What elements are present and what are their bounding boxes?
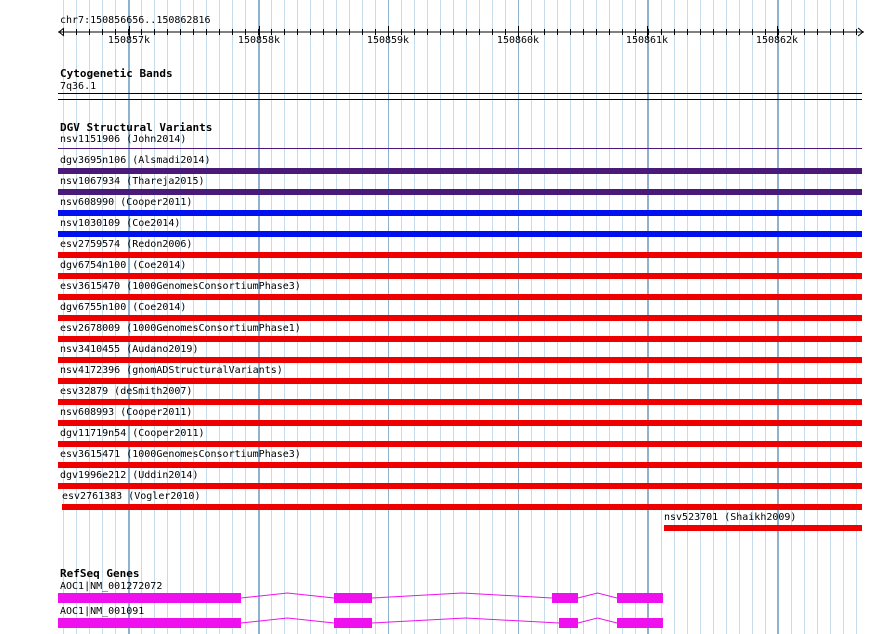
variant-bar[interactable] bbox=[58, 231, 862, 237]
variant-bar[interactable] bbox=[58, 168, 862, 174]
gene-label[interactable]: AOC1|NM_001091 bbox=[60, 606, 144, 617]
gene-exon bbox=[617, 618, 663, 628]
variant-label[interactable]: esv2759574 (Redon2006) bbox=[60, 239, 192, 250]
ruler-tick-label: 150857k bbox=[107, 35, 151, 46]
variant-bar[interactable] bbox=[58, 483, 862, 489]
variant-label[interactable]: nsv608993 (Cooper2011) bbox=[60, 407, 192, 418]
variant-bar[interactable] bbox=[58, 210, 862, 216]
gene-exon bbox=[552, 593, 578, 603]
variant-bar[interactable] bbox=[58, 399, 862, 405]
variant-label[interactable]: nsv1151906 (John2014) bbox=[60, 134, 186, 145]
gene-exon bbox=[334, 593, 372, 603]
variant-label[interactable]: nsv3410455 (Audano2019) bbox=[60, 344, 198, 355]
variant-label[interactable]: nsv608990 (Cooper2011) bbox=[60, 197, 192, 208]
variant-label[interactable]: dgv11719n54 (Cooper2011) bbox=[60, 428, 205, 439]
cytoband-track-title: Cytogenetic Bands bbox=[60, 67, 173, 80]
variant-bar[interactable] bbox=[58, 357, 862, 363]
variant-label[interactable]: nsv1067934 (Thareja2015) bbox=[60, 176, 205, 187]
refseq-track-title: RefSeq Genes bbox=[60, 567, 140, 580]
variant-bar[interactable] bbox=[58, 336, 862, 342]
gene-intron bbox=[240, 617, 335, 624]
variant-bar[interactable] bbox=[62, 504, 862, 510]
gene-intron bbox=[577, 617, 618, 624]
gene-label[interactable]: AOC1|NM_001272072 bbox=[60, 581, 162, 592]
ruler-tick-label: 150861k bbox=[625, 35, 669, 46]
variant-bar[interactable] bbox=[58, 189, 862, 195]
variant-bar[interactable] bbox=[58, 420, 862, 426]
ruler-tick-label: 150862k bbox=[755, 35, 799, 46]
variant-label[interactable]: nsv523701 (Shaikh2009) bbox=[664, 512, 796, 523]
variant-bar[interactable] bbox=[58, 462, 862, 468]
gene-intron bbox=[371, 592, 553, 599]
gene-intron bbox=[577, 592, 618, 599]
gene-exon bbox=[559, 618, 578, 628]
cytoband-label[interactable]: 7q36.1 bbox=[60, 81, 96, 92]
cytoband-line-bottom bbox=[58, 99, 862, 100]
variant-label[interactable]: nsv1030109 (Coe2014) bbox=[60, 218, 180, 229]
variant-label[interactable]: esv32879 (deSmith2007) bbox=[60, 386, 192, 397]
gene-exon bbox=[58, 618, 241, 628]
variant-bar[interactable] bbox=[58, 441, 862, 447]
variant-label[interactable]: esv2678009 (1000GenomesConsortiumPhase1) bbox=[60, 323, 301, 334]
cytoband-line-top bbox=[58, 93, 862, 94]
variant-bar[interactable] bbox=[58, 294, 862, 300]
variant-label[interactable]: nsv4172396 (gnomADStructuralVariants) bbox=[60, 365, 283, 376]
variant-label[interactable]: esv3615470 (1000GenomesConsortiumPhase3) bbox=[60, 281, 301, 292]
gene-intron bbox=[371, 617, 560, 624]
variant-label[interactable]: dgv6755n100 (Coe2014) bbox=[60, 302, 186, 313]
variant-label[interactable]: esv2761383 (Vogler2010) bbox=[62, 491, 200, 502]
gene-intron bbox=[240, 592, 335, 599]
gene-exon bbox=[58, 593, 241, 603]
variant-label[interactable]: dgv1996e212 (Uddin2014) bbox=[60, 470, 198, 481]
variant-bar[interactable] bbox=[58, 273, 862, 279]
ruler-tick-label: 150860k bbox=[496, 35, 540, 46]
variant-bar[interactable] bbox=[58, 378, 862, 384]
gene-exon bbox=[334, 618, 372, 628]
dgv-track-title: DGV Structural Variants bbox=[60, 121, 213, 134]
gene-exon bbox=[617, 593, 663, 603]
variant-bar[interactable] bbox=[664, 525, 862, 531]
variant-bar[interactable] bbox=[58, 315, 862, 321]
ruler-tick-label: 150858k bbox=[237, 35, 281, 46]
variant-label[interactable]: esv3615471 (1000GenomesConsortiumPhase3) bbox=[60, 449, 301, 460]
variant-bar[interactable] bbox=[58, 148, 862, 149]
variant-label[interactable]: dgv3695n106 (Alsmadi2014) bbox=[60, 155, 211, 166]
variant-label[interactable]: dgv6754n100 (Coe2014) bbox=[60, 260, 186, 271]
variant-bar[interactable] bbox=[58, 252, 862, 258]
ruler-tick-label: 150859k bbox=[366, 35, 410, 46]
